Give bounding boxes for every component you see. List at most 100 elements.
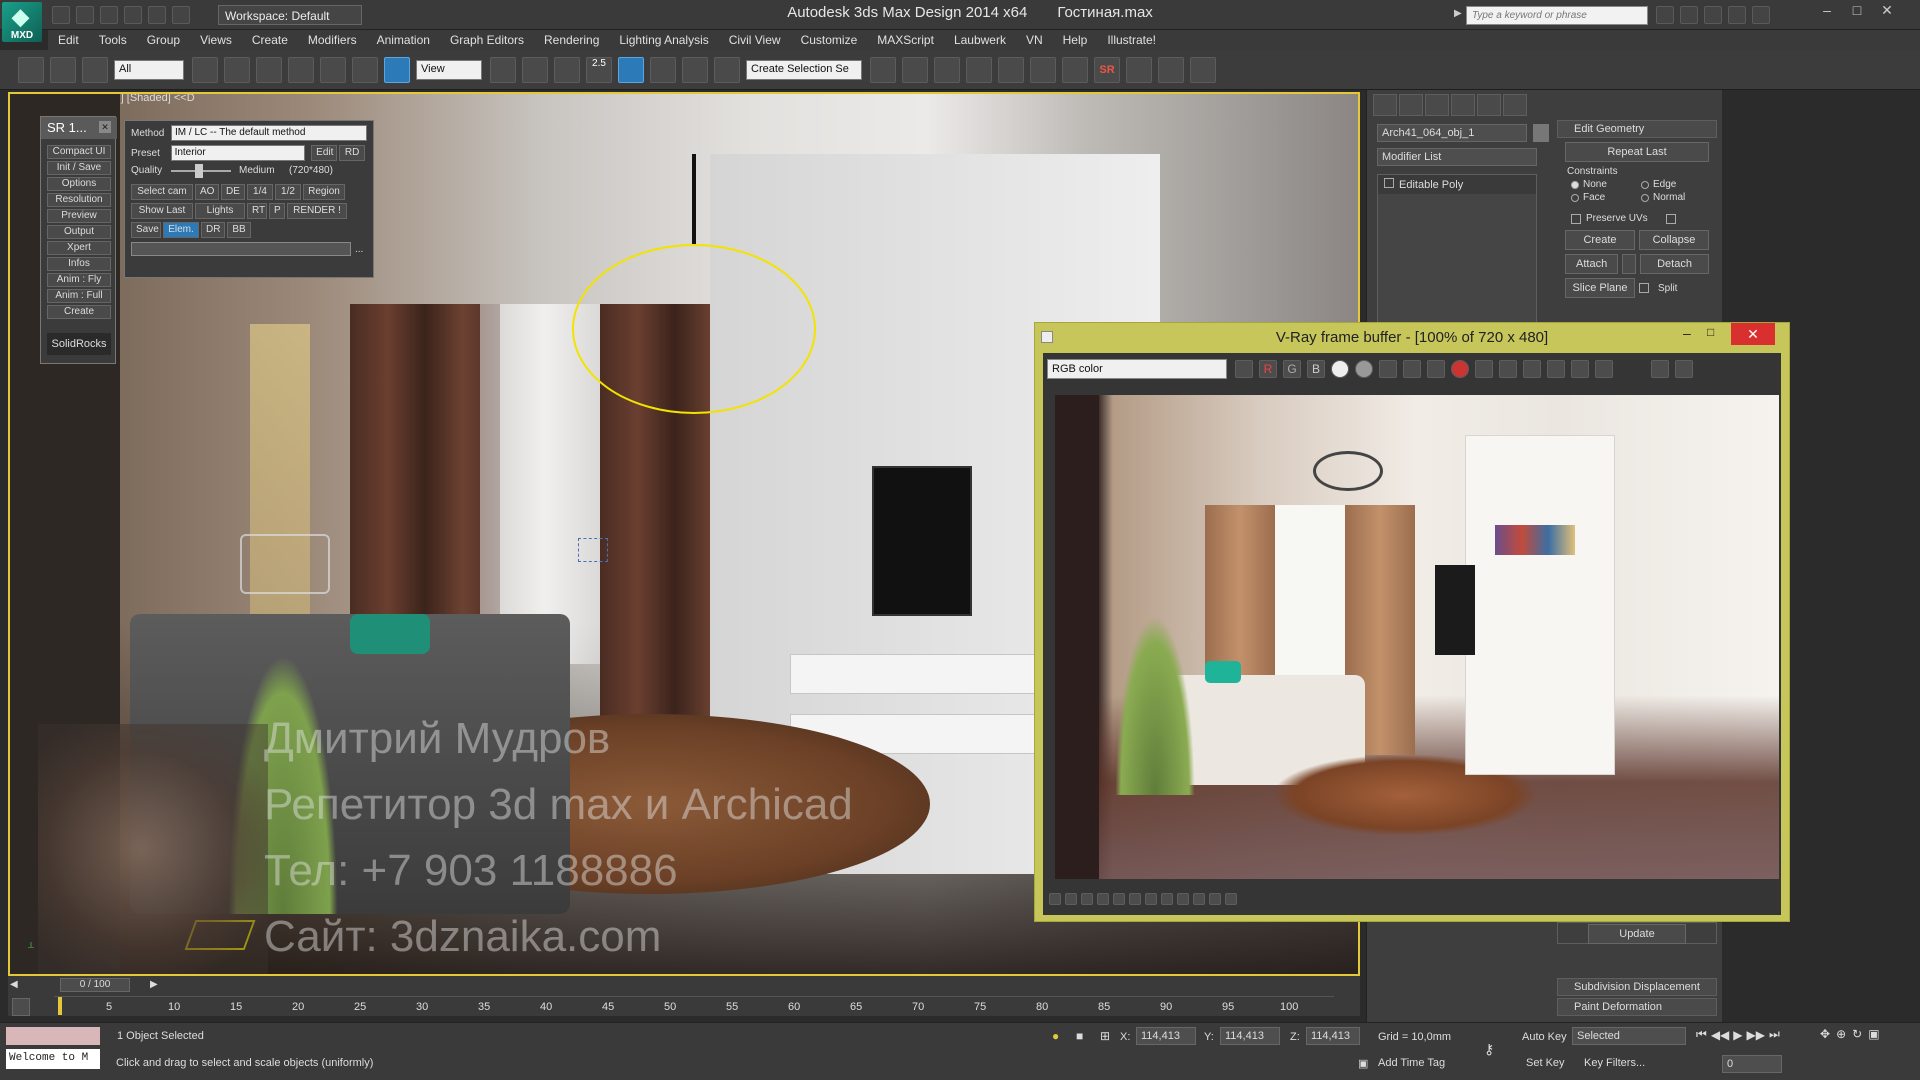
vfb-green-channel-button[interactable]: G [1283, 360, 1301, 378]
menu-animation[interactable]: Animation [367, 30, 440, 50]
menu-edit[interactable]: Edit [48, 30, 89, 50]
menu-lighting-analysis[interactable]: Lighting Analysis [609, 30, 718, 50]
preset-dropdown[interactable]: Interior [170, 145, 306, 161]
new-file-icon[interactable] [52, 6, 70, 24]
trackbar-toggle-icon[interactable] [12, 998, 30, 1016]
vfb-alpha-icon[interactable] [1331, 360, 1349, 378]
vfb-lut-icon[interactable] [1145, 893, 1157, 905]
vfb-stop-icon[interactable] [1651, 360, 1669, 378]
select-cam-button[interactable]: Select cam [131, 184, 193, 200]
preset-rd-button[interactable]: RD [339, 145, 365, 161]
go-to-end-icon[interactable]: ⏭ [1769, 1027, 1780, 1042]
isolate-selection-icon[interactable]: ● [1052, 1029, 1059, 1043]
key-filters-button[interactable]: Key Filters... [1584, 1057, 1645, 1069]
menu-tools[interactable]: Tools [89, 30, 137, 50]
method-dropdown[interactable]: IM / LC -- The default method [171, 125, 367, 141]
modifier-list-dropdown[interactable]: Modifier List [1377, 148, 1537, 166]
attach-settings-icon[interactable] [1622, 254, 1637, 274]
project-folder-icon[interactable] [172, 6, 190, 24]
render-button[interactable]: RENDER ! [287, 203, 347, 219]
trackbar[interactable]: 5 10 15 20 25 30 35 40 45 50 55 60 65 70… [54, 996, 1334, 1016]
menu-create[interactable]: Create [242, 30, 298, 50]
stack-item-toggle[interactable] [1384, 178, 1394, 188]
open-file-icon[interactable] [76, 6, 94, 24]
help-icon[interactable] [1752, 6, 1770, 24]
key-icon[interactable]: ⚷ [1484, 1041, 1494, 1058]
de-button[interactable]: DE [221, 184, 245, 200]
quarter-button[interactable]: 1/4 [247, 184, 273, 200]
sr-compact-ui-button[interactable]: Compact UI [47, 145, 111, 159]
menu-civil-view[interactable]: Civil View [719, 30, 791, 50]
percent-snap-icon[interactable] [650, 56, 676, 83]
vfb-rerender-icon[interactable] [1571, 360, 1589, 378]
z-coordinate-field[interactable]: 114,413 [1306, 1027, 1360, 1045]
layer-manager-icon[interactable] [934, 56, 960, 83]
previous-frame-icon[interactable]: ◀◀ [1711, 1028, 1729, 1042]
sr-create-button[interactable]: Create [47, 305, 111, 319]
split-checkbox[interactable] [1639, 283, 1649, 293]
vfb-minimize-icon[interactable]: – [1683, 325, 1703, 341]
move-icon[interactable] [320, 56, 346, 83]
vfb-vflip-icon[interactable] [1209, 893, 1221, 905]
rt-button[interactable]: RT [247, 203, 267, 219]
vfb-close-icon[interactable]: ✕ [1731, 323, 1775, 345]
constraint-none-radio[interactable] [1571, 180, 1579, 189]
sr-anim-full-button[interactable]: Anim : Full [47, 289, 111, 303]
communication-icon[interactable] [1704, 6, 1722, 24]
vfb-icc-icon[interactable] [1161, 893, 1173, 905]
sr-anim-fly-button[interactable]: Anim : Fly [47, 273, 111, 287]
favorites-star-icon[interactable] [1728, 6, 1746, 24]
show-last-button[interactable]: Show Last [131, 203, 193, 219]
material-editor-icon[interactable] [1062, 56, 1088, 83]
motion-tab-icon[interactable] [1451, 94, 1475, 116]
time-tag-icon[interactable]: ▣ [1358, 1057, 1368, 1070]
current-frame-field[interactable]: 0 [1722, 1055, 1782, 1073]
vfb-pixel-info-icon[interactable] [1225, 893, 1237, 905]
workspace-dropdown[interactable]: Workspace: Default [218, 5, 362, 25]
app-logo-icon[interactable]: ◆ MXD [2, 2, 42, 42]
vfb-title[interactable]: V-Ray frame buffer - [100% of 720 x 480] [1035, 323, 1789, 353]
rotate-icon[interactable] [352, 56, 378, 83]
window-crossing-icon[interactable] [288, 56, 314, 83]
edit-named-selection-icon[interactable] [714, 56, 740, 83]
vfb-rgb-icon[interactable] [1235, 360, 1253, 378]
dr-button[interactable]: DR [201, 222, 225, 238]
zoom-icon[interactable]: ✥ [1820, 1027, 1830, 1041]
attach-button[interactable]: Attach [1565, 254, 1619, 274]
keyboard-shortcut-override-icon[interactable] [554, 56, 580, 83]
constraint-normal-radio[interactable] [1641, 193, 1649, 202]
reference-coordinate-dropdown[interactable]: View [416, 59, 482, 80]
go-to-start-icon[interactable]: ⏮ [1696, 1027, 1707, 1042]
vfb-compare-icon[interactable] [1595, 360, 1613, 378]
time-next-icon[interactable]: ▶ [150, 979, 158, 990]
pivot-center-icon[interactable] [490, 56, 516, 83]
selection-filter-dropdown[interactable]: All [114, 59, 184, 80]
menu-vn[interactable]: VN [1016, 30, 1053, 50]
update-button[interactable]: Update [1588, 924, 1686, 944]
maximize-icon[interactable]: □ [1842, 2, 1872, 22]
edit-geometry-header[interactable]: Edit Geometry [1557, 120, 1717, 138]
vfb-hflip-icon[interactable] [1193, 893, 1205, 905]
menu-maxscript[interactable]: MAXScript [867, 30, 944, 50]
sr-preview-button[interactable]: Preview [47, 209, 111, 223]
next-frame-icon[interactable]: ▶▶ [1747, 1028, 1765, 1042]
vfb-blue-channel-button[interactable]: B [1307, 360, 1325, 378]
vfb-maximize-icon[interactable]: □ [1707, 325, 1727, 339]
snaps-toggle-icon[interactable]: 2.5 [586, 56, 612, 83]
menu-illustrate[interactable]: Illustrate! [1097, 30, 1166, 50]
elem-button[interactable]: Elem. [163, 222, 199, 238]
mirror-icon[interactable] [870, 56, 896, 83]
set-key-button[interactable]: Set Key [1526, 1057, 1565, 1069]
vfb-rendered-image[interactable] [1055, 395, 1779, 879]
light-gizmo[interactable] [578, 538, 608, 562]
close-icon[interactable]: ✕ [1872, 2, 1902, 22]
hierarchy-tab-icon[interactable] [1425, 94, 1449, 116]
menu-customize[interactable]: Customize [791, 30, 868, 50]
render-production-icon[interactable] [1190, 56, 1216, 83]
select-by-name-icon[interactable] [224, 56, 250, 83]
repeat-last-button[interactable]: Repeat Last [1565, 142, 1709, 162]
add-time-tag[interactable]: Add Time Tag [1378, 1057, 1445, 1069]
vfb-history-icon[interactable] [1049, 893, 1061, 905]
maxscript-mini-listener[interactable]: Welcome to M [6, 1049, 100, 1069]
vfb-info-icon[interactable] [1081, 893, 1093, 905]
